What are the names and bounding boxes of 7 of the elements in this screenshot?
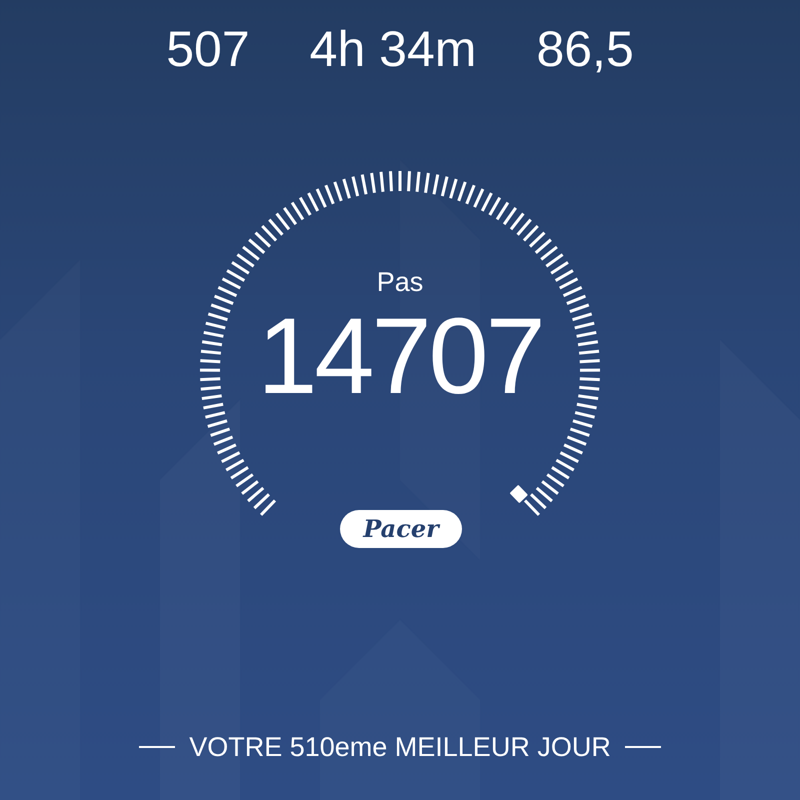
stat-value: 507 [166, 22, 250, 76]
pacer-logo: Pacer [340, 510, 462, 548]
stat-value: 4h 34m [310, 22, 476, 76]
steps-count: 14707 [257, 298, 543, 414]
stat-value: 86,5 [536, 22, 634, 76]
best-day-caption: VOTRE 510eme MEILLEUR JOUR [189, 731, 611, 763]
steps-label: Pas [376, 266, 424, 298]
